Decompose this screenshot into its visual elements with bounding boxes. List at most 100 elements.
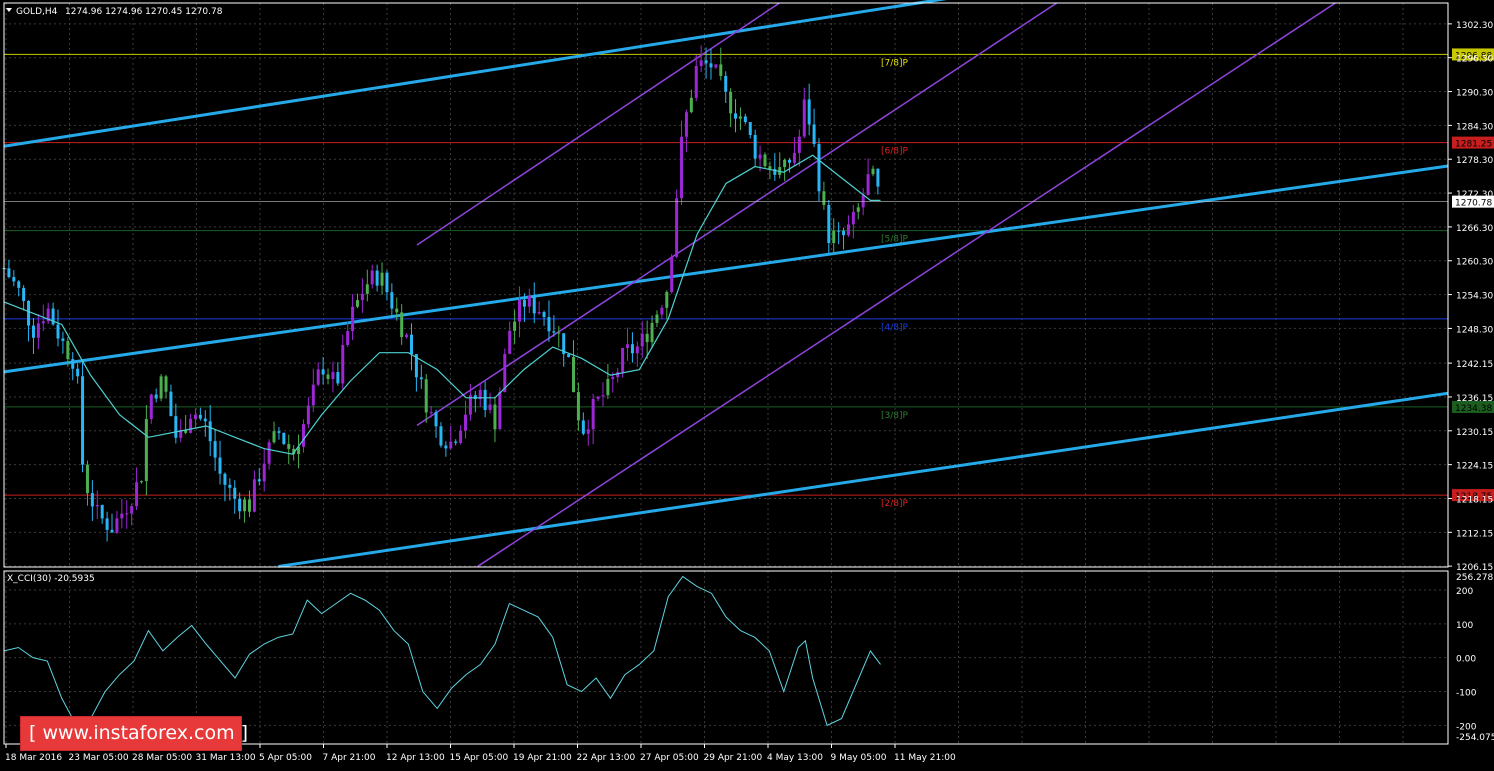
candle-body (76, 368, 80, 377)
candle-body (670, 256, 674, 292)
pitchfork-upper-line (416, 2, 780, 246)
candle-body (518, 299, 522, 322)
candle-body (797, 136, 801, 153)
murrey-price-label: 1281.25 (1455, 140, 1492, 150)
candle-body (689, 97, 693, 113)
candle-body (71, 359, 75, 369)
candle-body (424, 379, 428, 413)
price-axis-label: 1284.30 (1456, 122, 1493, 132)
candle-body (552, 331, 556, 333)
cci-min-label: -254.0753 (1456, 733, 1494, 743)
candle-body (738, 116, 742, 119)
candle-body (817, 143, 821, 192)
candle-body (331, 372, 335, 379)
cci-axis-label: 0.00 (1456, 655, 1476, 665)
candle-body (208, 421, 212, 442)
candle-body (630, 344, 634, 354)
header-layer: GOLD,H4 1274.96 1274.96 1270.45 1270.78 … (6, 7, 223, 584)
candle-body (306, 405, 310, 425)
murrey-label: [4/8]P (881, 323, 909, 333)
price-axis-label: 1212.15 (1456, 529, 1493, 539)
regression-upper-line (3, 0, 948, 148)
candle-body (228, 484, 232, 488)
time-axis-label: 31 Mar 13:00 (196, 753, 256, 763)
candle-body (635, 346, 639, 354)
chart-canvas[interactable]: [7/8]P1296.88[6/8]P1281.25[5/8]P[4/8]P[3… (0, 0, 1494, 767)
price-chart[interactable]: [7/8]P 1296.88 [6/8]P 1281.25 [5/8]P [4/8]P [3… (0, 0, 1494, 767)
candle-body (665, 291, 669, 308)
murrey-levels-layer: [7/8]P1296.88[6/8]P1281.25[5/8]P[4/8]P[3… (4, 48, 1494, 509)
candle-body (807, 99, 811, 125)
candle-body (626, 344, 630, 348)
candle-body (832, 230, 836, 244)
ohlc-readout: 1274.96 1274.96 1270.45 1270.78 (65, 7, 223, 17)
candle-body (699, 60, 703, 67)
cci-axis-label: -200 (1456, 722, 1477, 732)
candle-body (213, 441, 217, 458)
candle-body (218, 457, 222, 474)
candle-body (316, 369, 320, 385)
candle-body (262, 463, 266, 482)
candle-body (125, 513, 129, 515)
candle-body (189, 418, 193, 433)
candle-body (743, 116, 747, 123)
candle-body (360, 293, 364, 301)
murrey-label: [3/8]P (881, 411, 909, 421)
price-axis-label: 1260.30 (1456, 258, 1493, 268)
candle-body (640, 333, 644, 347)
price-axis-label: 1248.30 (1456, 325, 1493, 335)
cci-axis-label: 200 (1456, 587, 1473, 597)
candle-body (203, 418, 207, 422)
candle-body (198, 414, 202, 419)
candle-body (355, 300, 359, 307)
candle-body (252, 479, 256, 512)
time-axis-label: 27 Apr 05:00 (640, 753, 699, 763)
candle-body (301, 424, 305, 447)
candle-body (704, 60, 708, 64)
time-axis-label: 7 Apr 21:00 (323, 753, 376, 763)
candle-body (483, 389, 487, 411)
candle-body (444, 445, 448, 449)
candle-body (694, 66, 698, 98)
candle-body (503, 353, 507, 392)
candle-body (351, 306, 355, 332)
candle-body (169, 391, 173, 417)
candle-body (385, 272, 389, 293)
cci-max-label: 256.278 (1456, 573, 1493, 583)
candle-body (537, 312, 541, 314)
candle-body (851, 211, 855, 225)
candle-body (36, 323, 40, 338)
candle-body (454, 441, 458, 443)
candle-body (586, 429, 590, 434)
candle-body (56, 324, 60, 339)
candle-body (714, 64, 718, 68)
candle-body (12, 277, 16, 282)
candle-body (709, 63, 713, 68)
candle-body (267, 442, 271, 464)
candle-body (105, 518, 109, 530)
candle-body (822, 191, 826, 205)
price-axis-label: 1236.15 (1456, 394, 1493, 404)
candle-body (370, 270, 374, 285)
candle-body (154, 394, 158, 399)
candle-body (758, 154, 762, 159)
time-axis-label: 5 Apr 05:00 (259, 753, 312, 763)
instaforex-watermark[interactable]: [ www.instaforex.com ] (20, 716, 248, 751)
candle-body (400, 312, 404, 338)
candle-body (508, 330, 512, 354)
candle-body (100, 505, 104, 519)
candle-body (135, 482, 139, 507)
candle-body (81, 376, 85, 465)
candle-body (419, 377, 423, 380)
candle-body (439, 426, 443, 446)
candle-body (272, 431, 276, 443)
candle-body (527, 295, 531, 307)
candle-body (174, 416, 178, 438)
candle-body (576, 392, 580, 421)
price-axis-label: 1218.15 (1456, 495, 1493, 505)
dropdown-triangle-icon[interactable] (6, 8, 12, 12)
candle-body (522, 299, 526, 307)
candle-body (61, 338, 65, 341)
candle-body (601, 395, 605, 397)
candle-body (827, 204, 831, 244)
